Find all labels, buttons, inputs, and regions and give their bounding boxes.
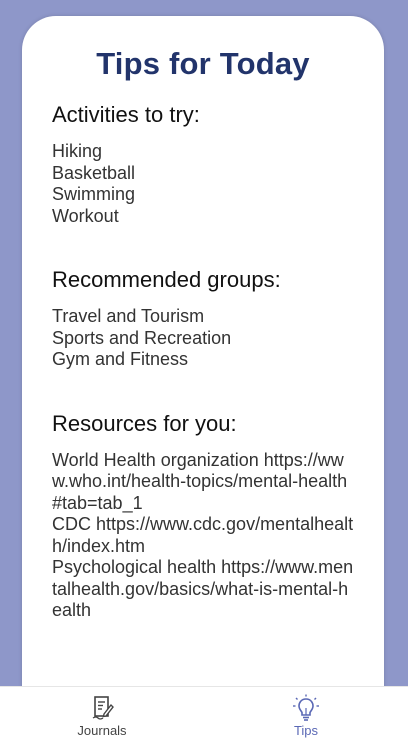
resource-item: World Health organization https://www.wh… xyxy=(52,449,348,513)
activity-item: Workout xyxy=(52,205,119,226)
group-item: Gym and Fitness xyxy=(52,349,189,369)
tips-screen: Tips for Today Activities to try: Hiking… xyxy=(0,0,408,745)
group-item: Travel and Tourism xyxy=(52,306,205,326)
resources-list: World Health organization https://www.wh… xyxy=(52,450,354,622)
activity-item: Hiking xyxy=(52,141,103,161)
tips-card: Tips for Today Activities to try: Hiking… xyxy=(22,16,384,716)
lightbulb-icon xyxy=(293,694,319,721)
tab-tips-label: Tips xyxy=(293,723,319,738)
journal-edit-icon xyxy=(92,696,114,720)
resource-item: CDC https://www.cdc.gov/mentalhealth/ind… xyxy=(52,514,354,556)
activities-heading: Activities to try: xyxy=(52,102,200,127)
groups-list: Travel and Tourism Sports and Recreation… xyxy=(52,306,354,371)
activity-item: Swimming xyxy=(52,184,136,204)
tab-journals[interactable]: Journals xyxy=(0,687,204,745)
resource-item: Psychological health https://www.mentalh… xyxy=(52,557,354,620)
tab-journals-label: Journals xyxy=(77,723,127,738)
activity-item: Basketball xyxy=(52,162,136,183)
group-item: Sports and Recreation xyxy=(52,327,232,348)
tab-tips[interactable]: Tips xyxy=(204,687,408,745)
groups-heading: Recommended groups: xyxy=(52,267,281,292)
resources-heading: Resources for you: xyxy=(52,410,237,436)
page-title: Tips for Today xyxy=(96,46,310,81)
activities-list: Hiking Basketball Swimming Workout xyxy=(52,141,354,227)
bottom-tab-bar: Journals Tips xyxy=(0,686,408,745)
